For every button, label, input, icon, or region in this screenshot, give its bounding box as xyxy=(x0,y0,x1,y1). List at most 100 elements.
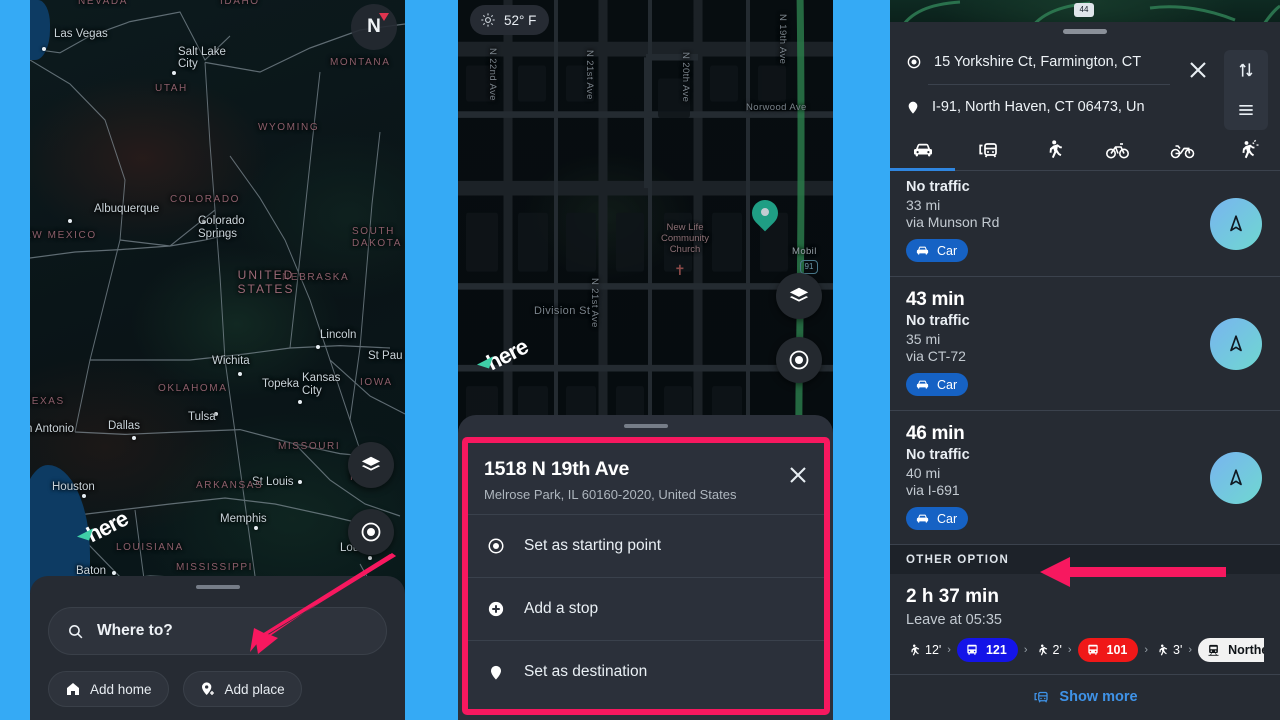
set-as-destination-option[interactable]: Set as destination xyxy=(468,640,824,703)
destination-field[interactable]: I-91, North Haven, CT 06473, Un xyxy=(890,85,1280,129)
add-place-button[interactable]: Add place xyxy=(182,671,302,707)
weather-temperature: 52° F xyxy=(504,12,537,28)
city-dot xyxy=(298,480,302,484)
highway-shield-icon: 44 xyxy=(1074,3,1094,17)
locate-button[interactable] xyxy=(348,509,394,555)
place-pin[interactable] xyxy=(746,194,784,234)
route-mode-badge: Car xyxy=(906,239,969,262)
route-traffic: No traffic xyxy=(906,179,970,195)
route-sheet: 15 Yorkshire Ct, Farmington, CT I-91, No… xyxy=(890,22,1280,720)
add-a-stop-option[interactable]: Add a stop xyxy=(468,577,824,640)
leg-separator-icon: › xyxy=(947,644,951,656)
close-routes-button[interactable] xyxy=(1178,50,1218,90)
locate-icon xyxy=(361,522,381,542)
transit-icon xyxy=(1034,691,1049,703)
route-menu-button[interactable] xyxy=(1224,90,1268,130)
mode-tab-transit[interactable] xyxy=(955,129,1020,170)
train-icon xyxy=(1208,644,1219,656)
transit-leg-walk: 2' xyxy=(1034,643,1062,658)
place-add-icon xyxy=(201,682,214,695)
mode-tab-taxi[interactable] xyxy=(1215,129,1280,170)
add-home-label: Add home xyxy=(90,681,152,697)
transit-leave-at: Leave at 05:35 xyxy=(906,612,1002,628)
place-address: Melrose Park, IL 60160-2020, United Stat… xyxy=(484,487,737,502)
pin-dot xyxy=(761,208,769,216)
start-navigation-button[interactable] xyxy=(1210,317,1262,370)
city-dot xyxy=(42,47,46,51)
route-duration: 43 min xyxy=(906,289,965,310)
search-input[interactable]: Where to? xyxy=(48,607,387,655)
mode-tab-bicycle[interactable] xyxy=(1085,129,1150,170)
start-navigation-button[interactable] xyxy=(1210,197,1262,250)
city-dot xyxy=(112,571,116,575)
sun-icon xyxy=(481,13,495,27)
transit-icon xyxy=(978,142,997,157)
start-navigation-button[interactable] xyxy=(1210,451,1262,504)
add-place-label: Add place xyxy=(224,681,285,697)
set-as-starting-point-option[interactable]: Set as starting point xyxy=(468,514,824,577)
leg-label: 3' xyxy=(1173,643,1183,657)
layers-button[interactable] xyxy=(348,442,394,488)
route-option-row[interactable]: 46 min No traffic 40 mi via I-691 Car xyxy=(890,411,1280,545)
route-traffic: No traffic xyxy=(906,313,970,329)
home-icon xyxy=(67,683,79,695)
route-option-row[interactable]: No traffic 33 mi via Munson Rd Car xyxy=(890,171,1280,277)
city-dot xyxy=(82,494,86,498)
sheet-grabber[interactable] xyxy=(623,424,668,428)
locate-button[interactable] xyxy=(776,337,822,383)
walk-icon xyxy=(1038,644,1047,655)
leg-label: 2' xyxy=(1052,643,1062,657)
search-placeholder: Where to? xyxy=(97,622,173,639)
city-dot xyxy=(368,556,372,560)
navigate-icon xyxy=(1230,468,1242,485)
route-badge-label: Car xyxy=(937,511,958,526)
navigate-icon xyxy=(1230,334,1242,351)
route-distance: 33 mi xyxy=(906,197,941,213)
taxi-hail-icon xyxy=(1242,139,1258,158)
swap-vertical-icon xyxy=(1239,63,1253,77)
show-more-button[interactable]: Show more xyxy=(890,675,1280,719)
walk-icon xyxy=(1049,139,1062,158)
place-card-header: 1518 N 19th Ave Melrose Park, IL 60160-2… xyxy=(468,443,824,514)
leg-separator-icon: › xyxy=(1067,644,1072,656)
origin-field[interactable]: 15 Yorkshire Ct, Farmington, CT xyxy=(890,40,1280,84)
transit-leg-bus: 101 xyxy=(1077,638,1139,662)
route-badge-label: Car xyxy=(937,377,958,392)
layers-icon xyxy=(361,456,381,471)
mode-tab-car[interactable] xyxy=(890,129,955,170)
church-icon: ✝ xyxy=(674,262,686,278)
target-icon xyxy=(486,537,506,555)
panel-map-overview: Las Vegas Salt Lake City Albuquerque Col… xyxy=(30,0,405,720)
address-block: 15 Yorkshire Ct, Farmington, CT I-91, No… xyxy=(890,40,1280,130)
panel-route-results: 44 15 Yorkshire Ct, Farmington, CT I-91,… xyxy=(890,0,1280,720)
leg-separator-icon: › xyxy=(1188,644,1193,656)
transit-option-row[interactable]: 2 h 37 min Leave at 05:35 12' › 121 › 2'… xyxy=(890,574,1280,675)
transit-duration: 2 h 37 min xyxy=(906,586,999,607)
layers-button[interactable] xyxy=(776,273,822,319)
route-option-row[interactable]: 43 min No traffic 35 mi via CT-72 Car xyxy=(890,277,1280,411)
city-dot xyxy=(298,400,302,404)
city-dot xyxy=(172,71,176,75)
transit-leg-train: Northea xyxy=(1198,638,1264,662)
motorcycle-icon xyxy=(1170,144,1194,158)
route-side-buttons xyxy=(1224,50,1268,130)
sheet-grabber[interactable] xyxy=(195,585,240,589)
route-mode-badge: Car xyxy=(906,507,969,530)
here-logo: here xyxy=(76,506,132,547)
bus-icon xyxy=(1087,644,1098,655)
mode-tab-motorcycle[interactable] xyxy=(1150,129,1215,170)
layers-icon xyxy=(789,287,809,302)
close-button[interactable] xyxy=(786,463,810,487)
add-home-button[interactable]: Add home xyxy=(48,671,169,707)
here-logo-text: here xyxy=(482,333,532,376)
weather-pill[interactable]: 52° F xyxy=(470,5,550,35)
swap-button[interactable] xyxy=(1224,50,1268,90)
transit-legs: 12' › 121 › 2' › 101 › 3' › North xyxy=(906,638,1264,662)
route-badge-label: Car xyxy=(937,243,958,258)
mode-tab-walk[interactable] xyxy=(1020,129,1085,170)
city-dot xyxy=(68,219,72,223)
bottom-sheet: Where to? Add home Add place xyxy=(30,576,405,720)
leg-label: 121 xyxy=(985,643,1007,657)
compass-icon[interactable]: N xyxy=(351,4,397,50)
sheet-grabber[interactable] xyxy=(1063,29,1107,34)
